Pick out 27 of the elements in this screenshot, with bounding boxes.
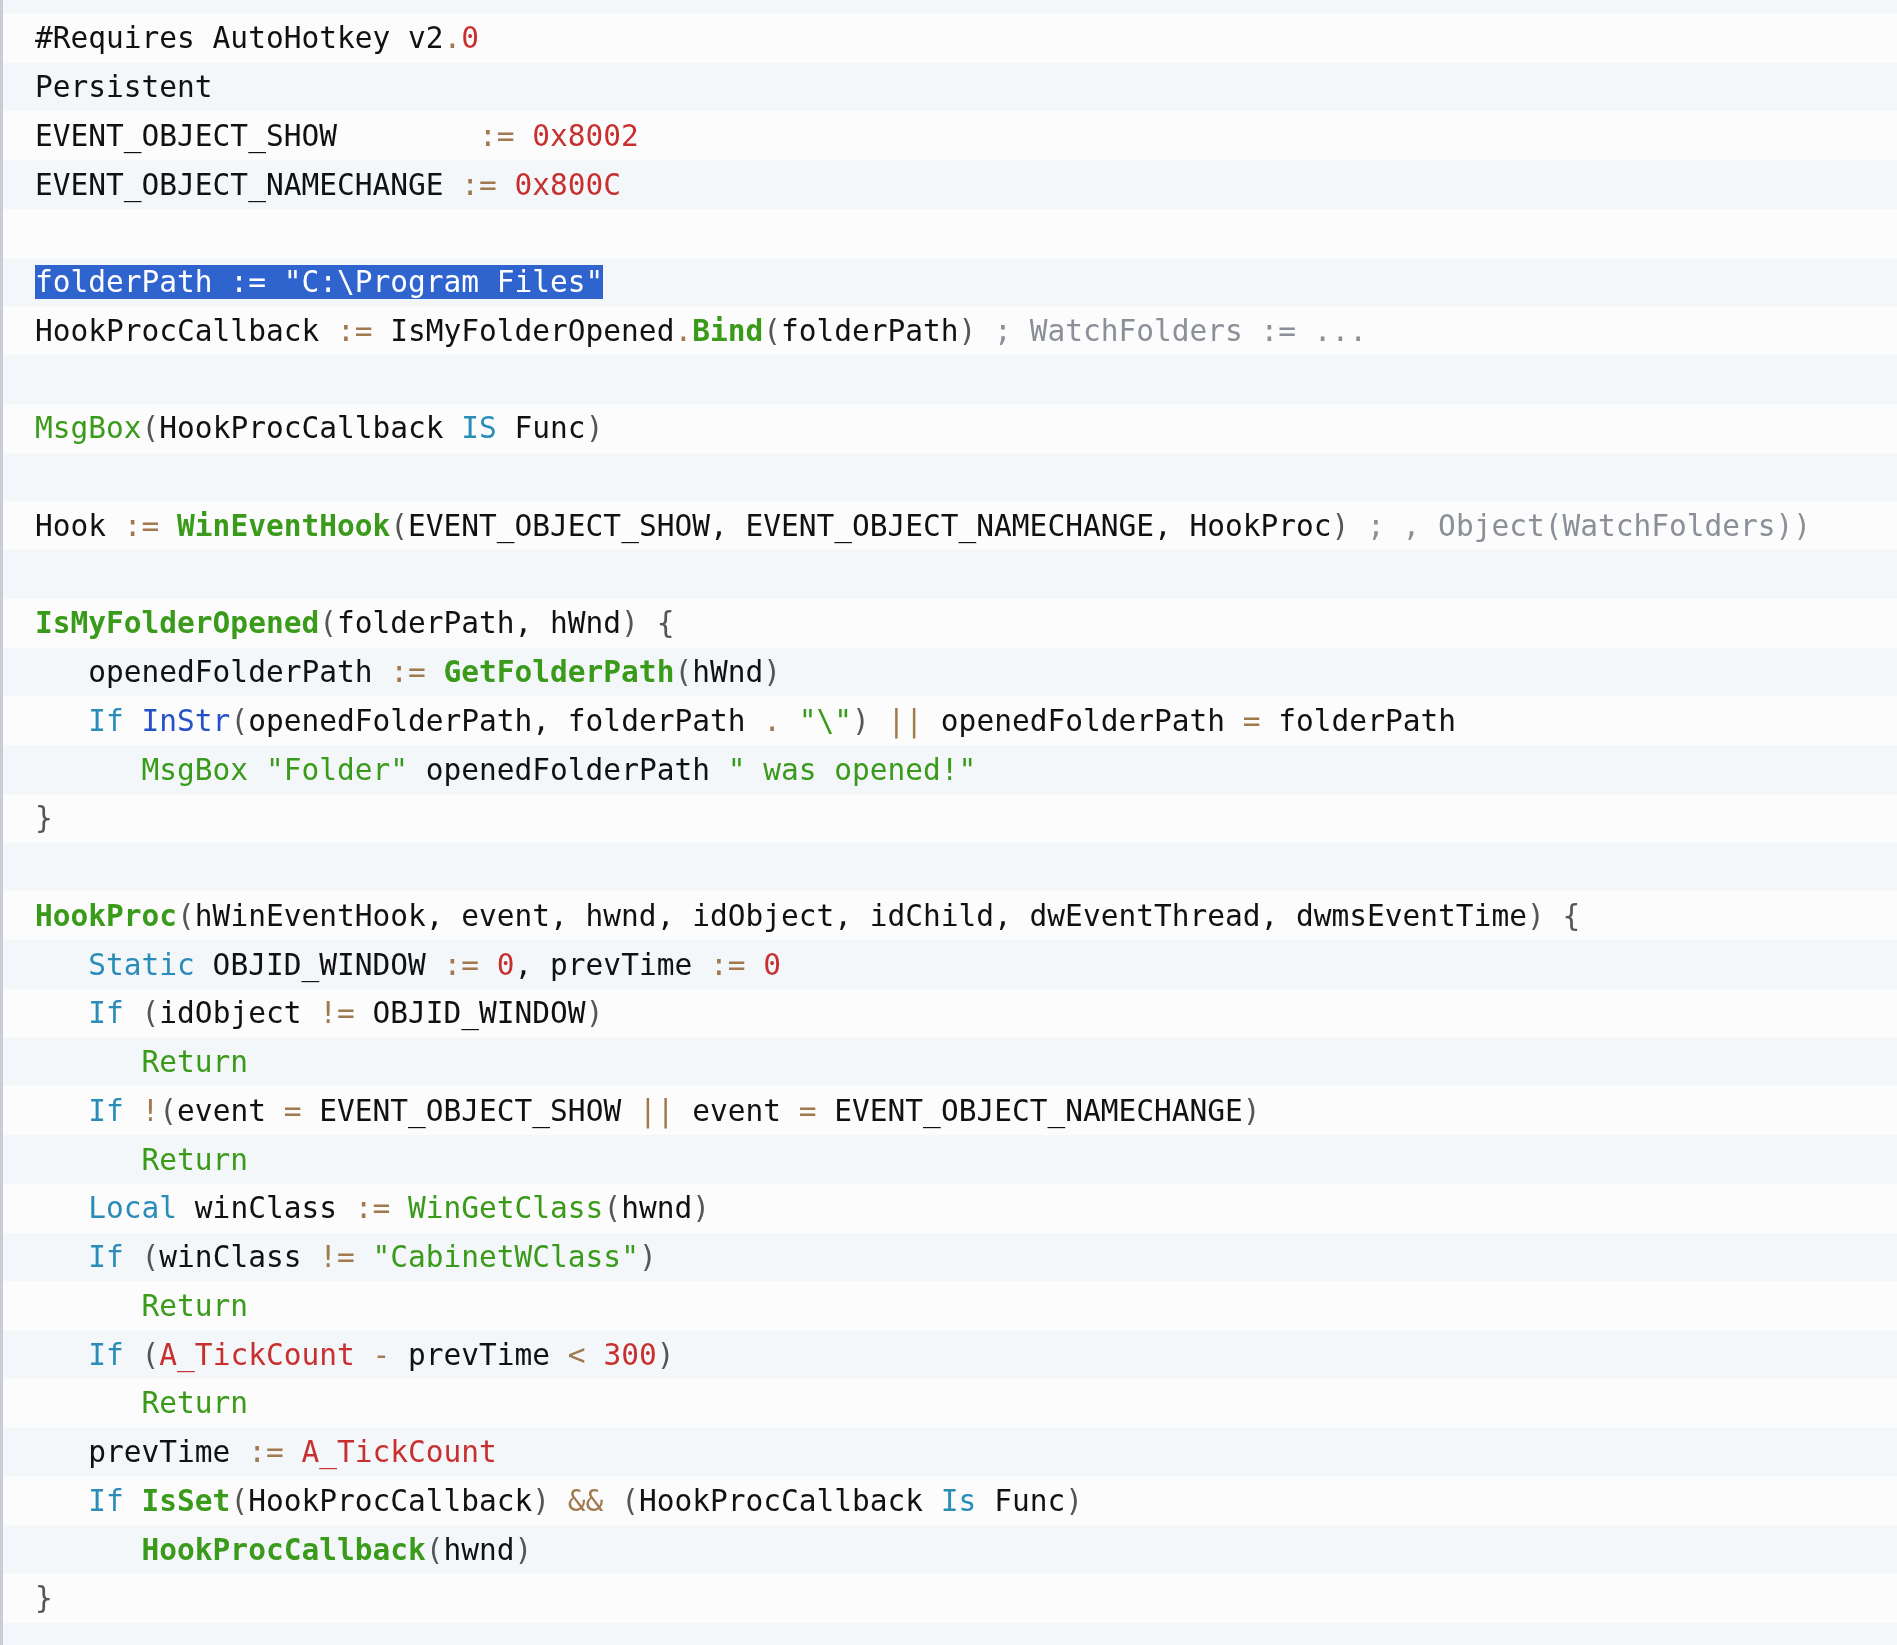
code-line: Static OBJID_WINDOW := 0, prevTime := 0 (87, 946, 781, 985)
code-line: HookProc(hWinEventHook, event, hwnd, idObject, idChild, dwEventThread, dwmsEventTime) { (35, 897, 1581, 935)
code-line: If (winClass != "CabinetWClass") (87, 1239, 657, 1276)
code-line: EVENT_OBJECT_SHOW := 0x8002 (35, 117, 639, 156)
code-line: } (35, 800, 53, 838)
code-line: If (idObject != OBJID_WINDOW) (87, 995, 604, 1033)
code-line: openedFolderPath := GetFolderPath(hWnd) (87, 654, 781, 691)
code-line: Return (140, 1287, 249, 1325)
code-line: Hook := WinEventHook(EVENT_OBJECT_SHOW, EVENT_OBJECT_NAMECHANGE, HookProc) ; , Object(WatchFolders)) (35, 507, 1812, 546)
code-line: If !(event = EVENT_OBJECT_SHOW || event = EVENT_OBJECT_NAMECHANGE) (87, 1092, 1261, 1131)
code-line: MsgBox(HookProcCallback IS Func) (35, 410, 604, 448)
code-line: HookProcCallback := IsMyFolderOpened.Bind(folderPath) ; WatchFolders := ... (35, 312, 1368, 350)
code-line: } (35, 1580, 53, 1618)
code-line: If (A_TickCount - prevTime < 300) (87, 1336, 675, 1375)
code-line: Return (140, 1141, 249, 1179)
code-line: IsMyFolderOpened(folderPath, hWnd) { (35, 605, 675, 643)
code-line: MsgBox "Folder" openedFolderPath " was opened!" (140, 751, 977, 789)
code-line: EVENT_OBJECT_NAMECHANGE := 0x800C (35, 166, 622, 205)
code-line: #Requires AutoHotkey v2.0 (35, 20, 480, 58)
code-line: Local winClass := WinGetClass(hwnd) (87, 1190, 710, 1228)
code-line: HookProcCallback(hwnd) (140, 1531, 533, 1569)
code-line: Return (140, 1385, 249, 1423)
code-line: Persistent (35, 69, 213, 106)
code-line: Return (140, 1044, 249, 1081)
code-line: If InStr(openedFolderPath, folderPath . "\") || openedFolderPath = folderPath (87, 702, 1456, 741)
code-line: prevTime := A_TickCount (87, 1434, 497, 1472)
code-line: If IsSet(HookProcCallback) && (HookProcCallback Is Func) (87, 1482, 1083, 1520)
